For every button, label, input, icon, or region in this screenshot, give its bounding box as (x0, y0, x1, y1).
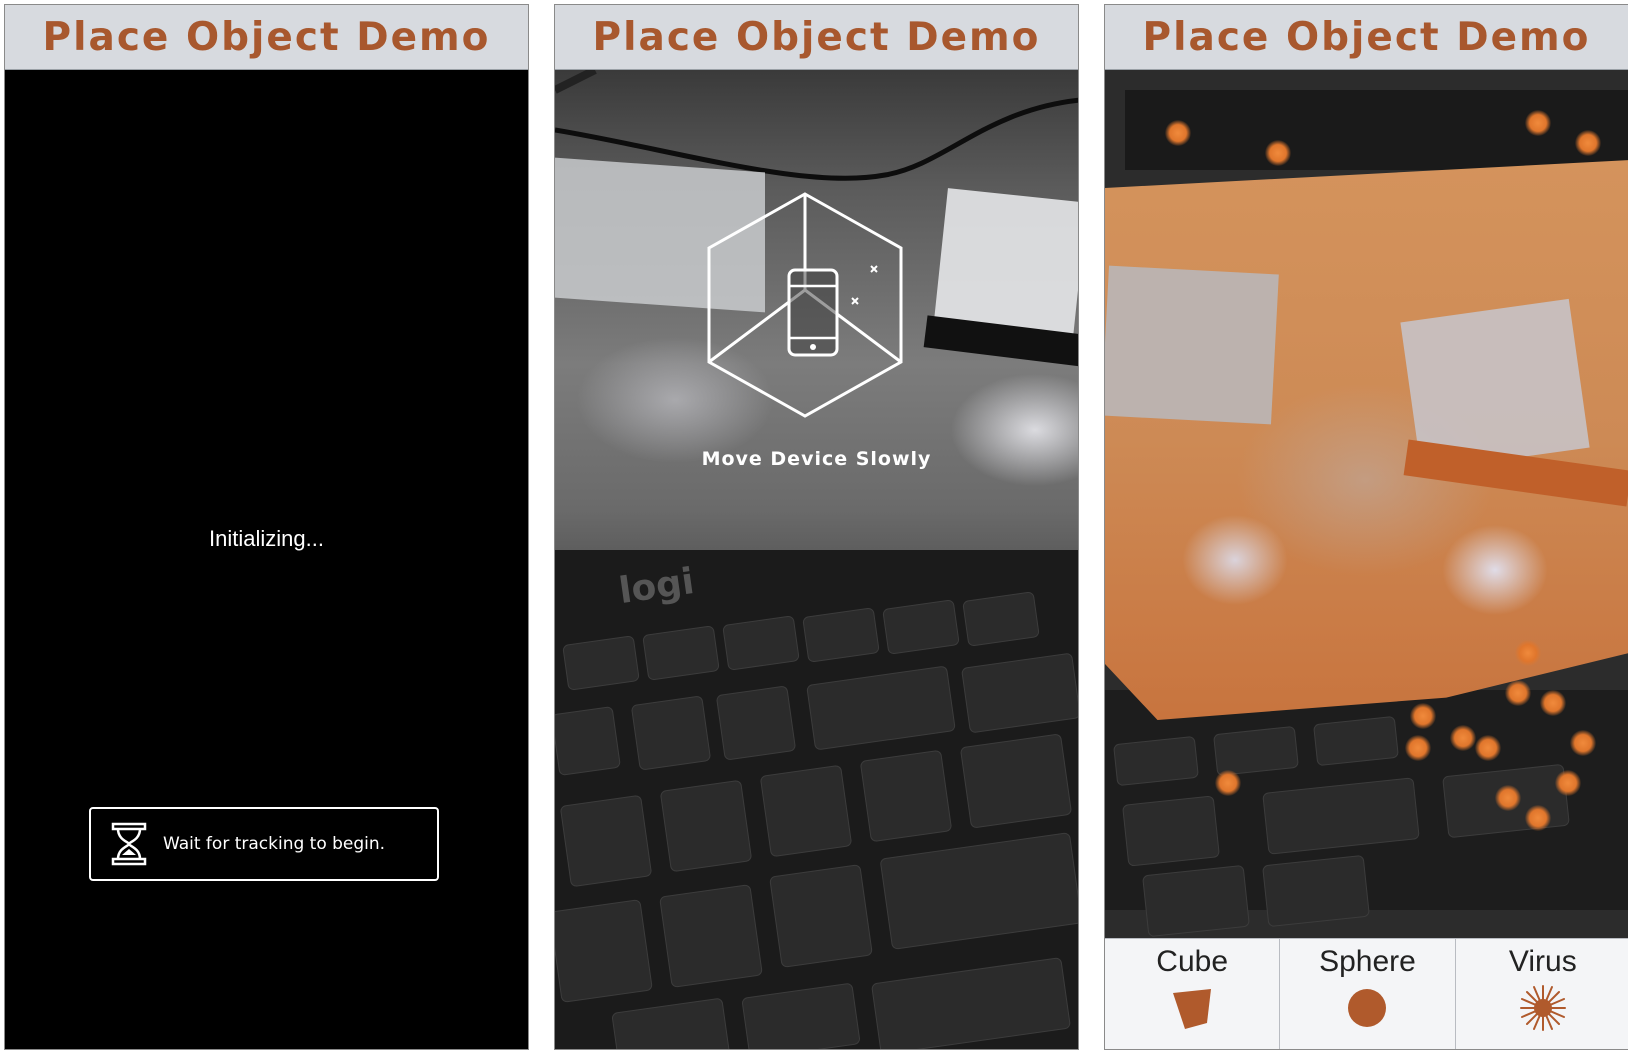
pick-label: Cube (1156, 945, 1229, 978)
feature-point (1515, 640, 1541, 666)
camera-view[interactable]: Cube Sphere Virus (1105, 70, 1628, 1049)
app-title: Place Object Demo (592, 14, 1041, 60)
paper-image (1105, 265, 1279, 425)
screen-place-object: Place Object Demo Cube Sphere Virus (1104, 4, 1628, 1050)
tracking-hint-text: Wait for tracking to begin. (163, 834, 386, 854)
feature-point (1450, 725, 1476, 751)
app-title-bar: Place Object Demo (5, 5, 528, 70)
feature-point (1495, 785, 1521, 811)
feature-point (1265, 140, 1291, 166)
virus-icon (1519, 985, 1566, 1031)
tracking-hint: Wait for tracking to begin. (89, 807, 439, 881)
feature-point (1525, 110, 1551, 136)
feature-point (1215, 770, 1241, 796)
camera-view: Initializing... Wait for tracking to beg… (5, 70, 528, 1049)
app-title: Place Object Demo (42, 14, 491, 60)
feature-point (1505, 680, 1531, 706)
feature-point (1570, 730, 1596, 756)
pick-label: Sphere (1319, 945, 1416, 978)
app-title-bar: Place Object Demo (1105, 5, 1628, 70)
sphere-icon (1348, 989, 1387, 1027)
app-title: Place Object Demo (1142, 14, 1591, 60)
monitor-image (1125, 90, 1628, 170)
camera-view: logi Move Device Slowly (555, 70, 1078, 1049)
feature-point (1555, 770, 1581, 796)
feature-point (1410, 703, 1436, 729)
pick-virus-button[interactable]: Virus (1456, 939, 1628, 1049)
keyboard-image (555, 550, 1078, 1049)
move-device-text: Move Device Slowly (701, 448, 932, 470)
keyboard-image (1105, 690, 1628, 938)
feature-point (1405, 735, 1431, 761)
feature-point (1165, 120, 1191, 146)
cube-icon (1173, 989, 1212, 1029)
screen-move-device: Place Object Demo logi Move Device Slowl… (554, 4, 1079, 1050)
object-picker: Cube Sphere Virus (1105, 938, 1628, 1049)
feature-point (1540, 690, 1566, 716)
feature-point (1475, 735, 1501, 761)
hourglass-icon (111, 822, 147, 866)
pick-cube-button[interactable]: Cube (1105, 939, 1281, 1049)
feature-point (1525, 805, 1551, 831)
feature-point (1575, 130, 1601, 156)
move-device-icon (707, 192, 903, 418)
status-text: Initializing... (209, 526, 324, 551)
screen-initializing: Place Object Demo Initializing... Wait f… (4, 4, 529, 1050)
pick-label: Virus (1508, 945, 1577, 978)
app-title-bar: Place Object Demo (555, 5, 1078, 70)
pick-sphere-button[interactable]: Sphere (1280, 939, 1456, 1049)
